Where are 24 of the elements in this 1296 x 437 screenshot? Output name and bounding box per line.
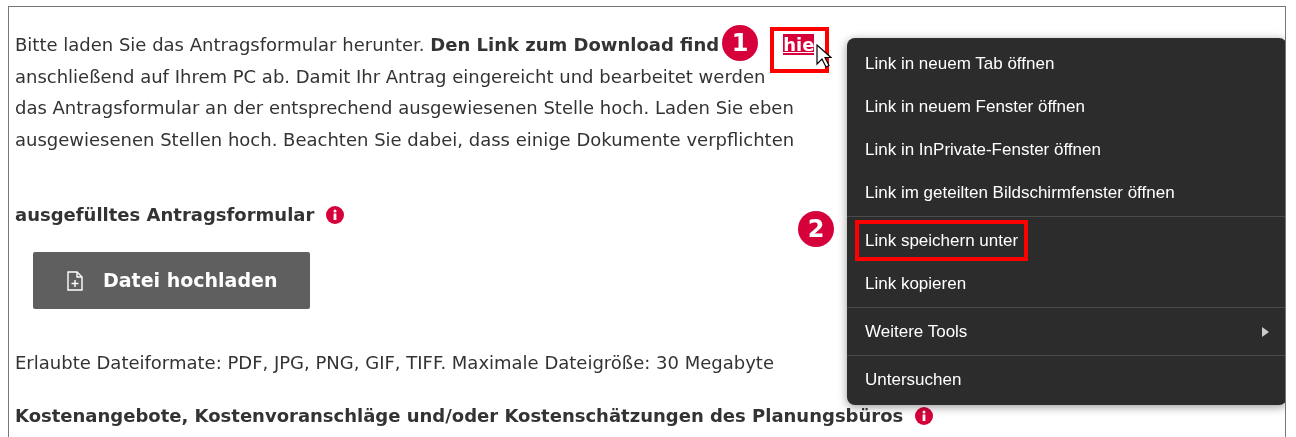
file-plus-icon	[67, 270, 83, 291]
menu-item[interactable]: Untersuchen	[847, 358, 1285, 401]
text: ausgewiesenen Stellen hoch. Beachten Sie dabei, dass einige Dokumente verpflichten	[15, 128, 795, 150]
menu-item[interactable]: Weitere Tools	[847, 310, 1285, 353]
mouse-cursor-icon	[816, 44, 833, 68]
section-heading: ausgefülltes Antragsformular	[15, 203, 315, 227]
submenu-arrow-icon	[1262, 326, 1269, 337]
section-heading: Kostenangebote, Kostenvoranschläge und/oder Kostenschätzungen des Planungsbüros	[15, 404, 904, 428]
menu-item[interactable]: Link in neuem Fenster öffnen	[847, 85, 1285, 128]
text: Bitte laden Sie das Antragsformular herunter. Den Link zum Download find	[15, 34, 720, 55]
file-format-hint: Erlaubte Dateiformate: PDF, JPG, PNG, GIF, TIFF. Maximale Dateigröße: 30 Megabyte	[15, 351, 774, 375]
info-icon	[326, 205, 345, 224]
menu-item[interactable]: Link in neuem Tab öffnen	[847, 42, 1285, 85]
menu-item[interactable]: Link speichern unter	[847, 219, 1285, 262]
link[interactable]: hie	[783, 34, 815, 55]
menu-item[interactable]: Link kopieren	[847, 262, 1285, 305]
step-number-badge: 2	[798, 211, 834, 247]
menu-item[interactable]: Link im geteilten Bildschirmfenster öffnen	[847, 171, 1285, 214]
step-number-badge: 1	[722, 25, 759, 61]
info-icon	[915, 406, 934, 425]
text: anschließend auf Ihrem PC ab. Damit Ihr Antrag eingereicht und bearbeitet werden	[15, 65, 766, 87]
text: das Antragsformular an der entsprechend ausgewiesenen Stelle hoch. Laden Sie eben	[15, 97, 794, 118]
menu-item[interactable]: Link in InPrivate-Fenster öffnen	[847, 128, 1285, 171]
upload-button[interactable]: Datei hochladen	[33, 252, 310, 309]
